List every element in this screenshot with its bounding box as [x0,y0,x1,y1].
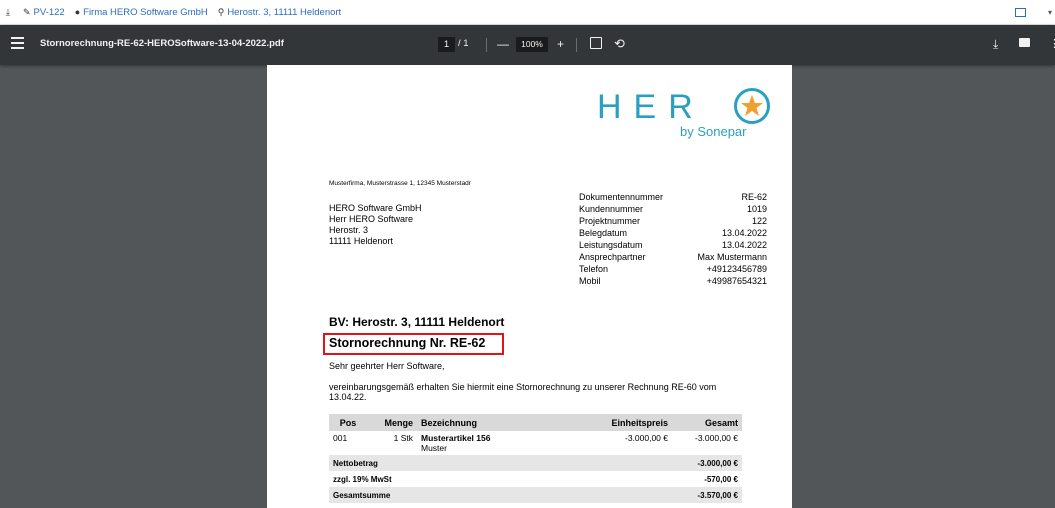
net-row: Nettobetrag -3.000,00 € [329,455,742,471]
user-icon: ● [74,7,81,17]
menu-icon[interactable] [11,37,24,49]
meta-value: 13.04.2022 [721,240,767,250]
meta-row: Projektnummer 122 [579,215,767,227]
total-label: Gesamtsumme [329,487,672,503]
meta-value: +49123456789 [706,264,767,274]
meta-row: Mobil +49987654321 [579,275,767,287]
pdf-filename: Stornorechnung-RE-62-HEROSoftware-13-04-… [40,38,284,49]
company-label: Firma HERO Software GmbH [83,6,208,18]
divider [576,38,577,52]
zoom-level-input[interactable]: 100% [516,37,548,52]
total-value: -3.570,00 € [672,487,742,503]
page-total: / 1 [458,38,469,49]
chevron-down-icon[interactable]: ▾ [1048,8,1052,17]
intro-text: vereinbarungsgemäß erhalten Sie hiermit … [329,382,717,402]
col-header-menge: Menge [367,414,417,431]
item-subtitle: Muster [421,443,447,453]
document-title: Stornorechnung Nr. RE-62 [329,336,486,350]
meta-value: 122 [751,216,767,226]
meta-row: Kundennummer 1019 [579,203,767,215]
company-link[interactable]: ● Firma HERO Software GmbH [75,7,208,18]
net-value: -3.000,00 € [672,455,742,471]
hero-logo: HER [597,88,705,126]
table-header-row: Pos Menge Bezeichnung Einheitspreis Gesa… [329,414,742,431]
divider [486,38,487,52]
meta-label: Projektnummer [579,216,641,226]
page-number-input[interactable]: 1 [438,37,455,52]
meta-row: Ansprechpartner Max Mustermann [579,251,767,263]
tax-value: -570,00 € [704,474,738,484]
meta-value: 1019 [746,204,767,214]
pdf-page: HER by Sonepar Musterfirma, Musterstrass… [267,65,792,508]
sender-line: Musterfirma, Musterstrasse 1, 12345 Must… [329,180,471,187]
download-icon[interactable]: ⤓ [993,36,998,52]
address-link[interactable]: ⚲ Herostr. 3, 11111 Heldenort [218,7,341,18]
tax-row: zzgl. 19% MwSt -570,00 € [329,471,742,487]
rotate-icon[interactable]: ⟲ [614,36,625,52]
meta-value: RE-62 [741,192,767,202]
app-header-bar: ⤓ ✎ PV-122 ● Firma HERO Software GmbH ⚲ … [0,0,1055,25]
zoom-in-button[interactable]: + [557,36,564,52]
meta-row: Leistungsdatum 13.04.2022 [579,239,767,251]
meta-label: Kundennummer [579,204,644,214]
meta-label: Dokumentennummer [579,192,664,202]
address-line: 11111 Heldenort [329,236,393,246]
cell-pos: 001 [333,433,348,443]
screen-icon[interactable] [1014,8,1026,17]
meta-row: Belegdatum 13.04.2022 [579,227,767,239]
meta-row: Dokumentennummer RE-62 [579,191,767,203]
address-label: Herostr. 3, 11111 Heldenort [227,6,342,18]
cell-bezeichnung: Musterartikel 156 Muster [417,431,577,455]
star-icon [734,88,770,124]
meta-label: Leistungsdatum [579,240,643,250]
print-icon[interactable] [1019,38,1030,47]
project-link[interactable]: ✎ PV-122 [23,7,65,18]
table-row: 001 1 Stk Musterartikel 156 Muster -3.00… [329,431,742,455]
more-options-icon[interactable]: ⋮ [1049,36,1055,52]
line-items-table: Pos Menge Bezeichnung Einheitspreis Gesa… [329,414,742,503]
col-header-pos: Pos [329,414,367,431]
tax-label: zzgl. 19% MwSt [333,474,392,484]
pdf-toolbar: Stornorechnung-RE-62-HEROSoftware-13-04-… [0,25,1055,65]
meta-label: Belegdatum [579,228,628,238]
project-label: PV-122 [33,6,65,18]
greeting: Sehr geehrter Herr Software, [329,361,445,371]
pencil-icon: ✎ [22,6,31,17]
address-line: Herr HERO Software [329,214,414,224]
fit-page-icon[interactable] [590,37,602,49]
zoom-out-button[interactable]: — [497,36,509,52]
recipient-address: HERO Software GmbH Herr HERO Software He… [329,203,422,247]
project-heading: BV: Herostr. 3, 11111 Heldenort [329,315,505,329]
item-name: Musterartikel 156 [421,433,491,443]
logo-subtitle: by Sonepar [680,124,747,139]
cell-menge: 1 Stk [393,433,413,443]
meta-value: Max Mustermann [697,252,767,262]
address-line: Herostr. 3 [329,225,369,235]
total-row: Gesamtsumme -3.570,00 € [329,487,742,503]
cell-einheitspreis: -3.000,00 € [624,433,668,443]
col-header-einheitspreis: Einheitspreis [577,414,672,431]
document-meta: Dokumentennummer RE-62 Kundennummer 1019 P… [579,191,767,287]
address-line: HERO Software GmbH [329,203,422,213]
col-header-gesamt: Gesamt [672,414,742,431]
map-marker-icon: ⚲ [217,6,225,17]
meta-value: +49987654321 [706,276,767,286]
cell-gesamt: -3.000,00 € [694,433,738,443]
meta-label: Telefon [579,264,609,274]
meta-row: Telefon +49123456789 [579,263,767,275]
col-header-bezeichnung: Bezeichnung [417,414,577,431]
meta-label: Mobil [579,276,601,286]
meta-value: 13.04.2022 [721,228,767,238]
net-label: Nettobetrag [329,455,672,471]
download-icon[interactable]: ⤓ [6,7,13,18]
meta-label: Ansprechpartner [579,252,646,262]
